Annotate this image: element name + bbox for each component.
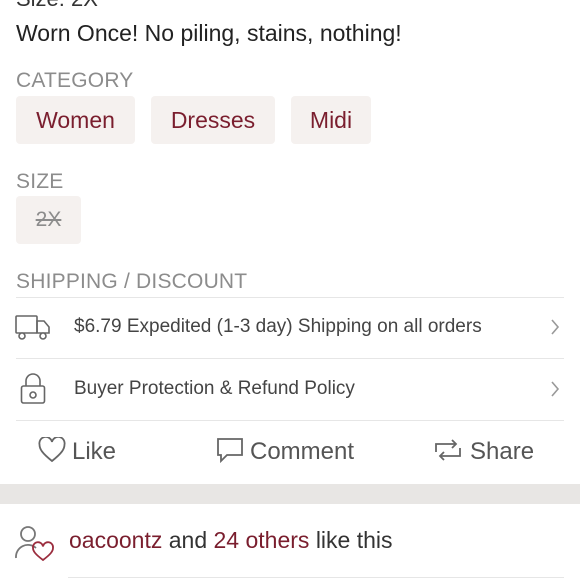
like-button[interactable]: Like <box>38 434 116 470</box>
likes-connector: and <box>168 527 208 553</box>
section-separator <box>0 484 580 504</box>
size-line: Size: 2X <box>16 0 98 12</box>
others-link[interactable]: 24 others <box>214 527 310 553</box>
shipping-title: SHIPPING / DISCOUNT <box>16 270 248 293</box>
shipping-row[interactable]: $6.79 Expedited (1-3 day) Shipping on al… <box>0 298 580 358</box>
shipping-row-label: $6.79 Expedited (1-3 day) Shipping on al… <box>74 316 482 337</box>
category-tag-dresses[interactable]: Dresses <box>151 96 275 144</box>
divider <box>68 577 564 578</box>
likes-suffix: like this <box>315 527 393 553</box>
heart-icon <box>38 435 66 468</box>
size-tag[interactable]: 2X <box>16 196 81 244</box>
truck-icon <box>15 314 51 347</box>
share-label: Share <box>470 438 535 465</box>
listing-description: Worn Once! No piling, stains, nothing! <box>16 20 402 46</box>
lock-icon <box>20 373 46 410</box>
category-title: CATEGORY <box>16 69 134 92</box>
category-tag-midi[interactable]: Midi <box>291 96 371 144</box>
liked-by-users-icon <box>14 524 56 567</box>
buyer-protection-row[interactable]: Buyer Protection & Refund Policy <box>0 359 580 419</box>
comment-button[interactable]: Comment <box>216 434 354 470</box>
comment-label: Comment <box>250 438 355 465</box>
comment-icon <box>216 436 244 469</box>
chevron-right-icon <box>550 380 560 403</box>
buyer-protection-label: Buyer Protection & Refund Policy <box>74 378 355 399</box>
liker-username[interactable]: oacoontz <box>69 527 162 553</box>
divider <box>16 420 564 421</box>
chevron-right-icon <box>550 318 560 341</box>
share-icon <box>432 438 464 467</box>
category-tag-women[interactable]: Women <box>16 96 135 144</box>
like-label: Like <box>72 438 117 465</box>
share-button[interactable]: Share <box>432 434 534 470</box>
likes-summary: oacoontz and 24 others like this <box>69 527 393 554</box>
size-title: SIZE <box>16 170 64 193</box>
